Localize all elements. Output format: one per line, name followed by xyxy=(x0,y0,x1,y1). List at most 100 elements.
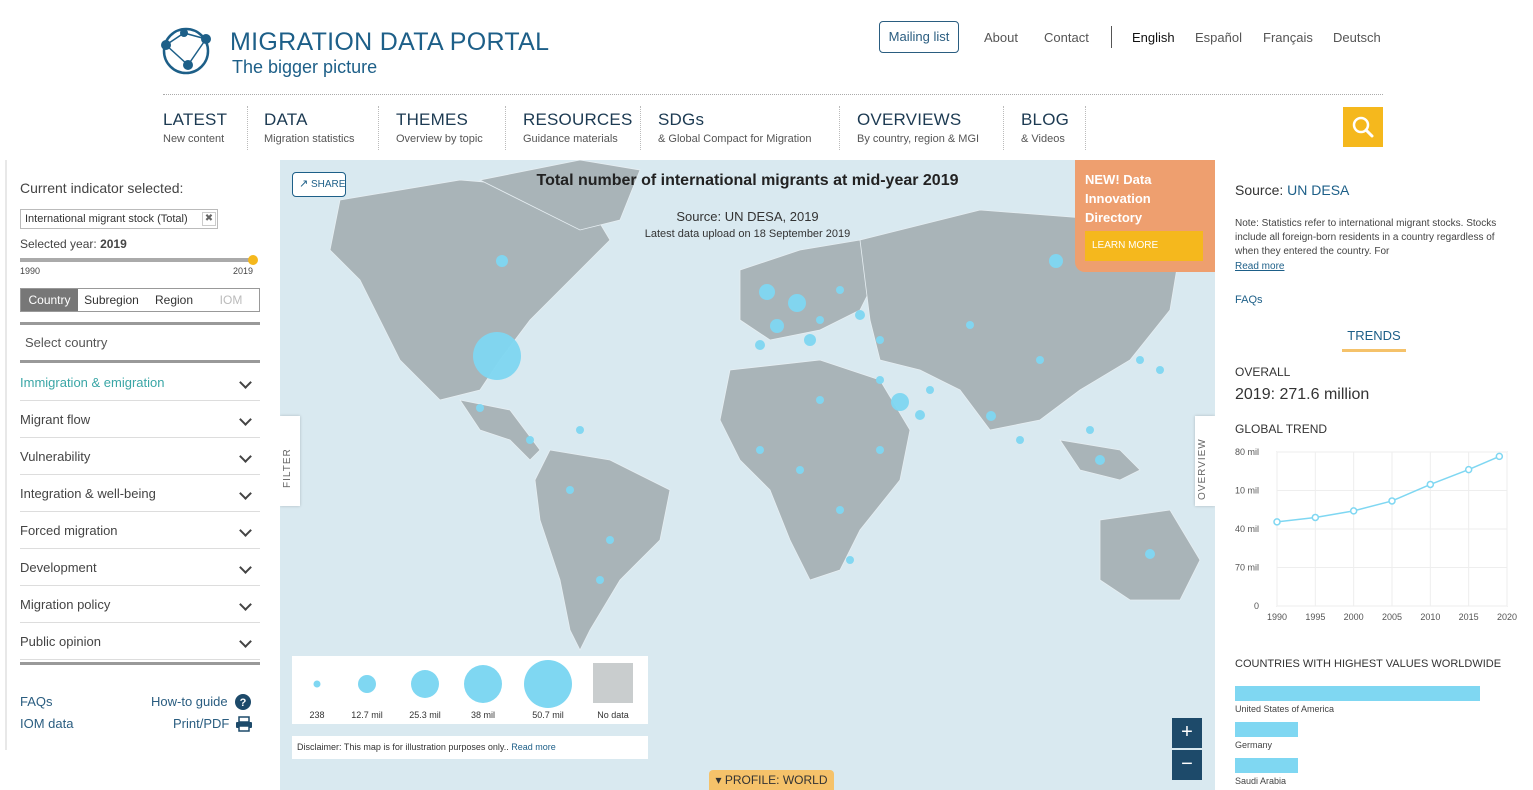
source-link[interactable]: UN DESA xyxy=(1287,182,1349,198)
logo-icon[interactable] xyxy=(158,25,214,77)
legend-label: 25.3 mil xyxy=(409,710,441,720)
nav-overviews[interactable]: OVERVIEWS By country, region & MGI xyxy=(857,110,979,152)
segment-region[interactable]: Region xyxy=(145,289,203,311)
accordion-label: Vulnerability xyxy=(20,449,91,464)
contact-link[interactable]: Contact xyxy=(1044,30,1089,45)
nav-title: SDGs xyxy=(658,110,705,129)
nav-data[interactable]: DATA Migration statistics xyxy=(264,110,354,152)
chevron-down-icon xyxy=(239,413,252,426)
faqs-link[interactable]: FAQs xyxy=(20,694,53,709)
nav-resources[interactable]: RESOURCES Guidance materials xyxy=(523,110,633,152)
accordion-migrant-flow[interactable]: Migrant flow xyxy=(20,401,260,438)
share-button[interactable]: SHARE xyxy=(292,172,346,197)
site-subtitle: The bigger picture xyxy=(232,57,378,77)
nav-subtitle: Guidance materials xyxy=(523,133,618,145)
top-country-bar xyxy=(1235,722,1299,737)
faqs-link[interactable]: FAQs xyxy=(1235,294,1263,306)
read-more-link[interactable]: Read more xyxy=(1235,261,1284,272)
nav-latest[interactable]: LATEST New content xyxy=(163,110,227,152)
accordion-development[interactable]: Development xyxy=(20,549,260,586)
nav-subtitle: & Global Compact for Migration xyxy=(658,133,812,145)
year-slider[interactable] xyxy=(20,258,254,262)
segment-subregion[interactable]: Subregion xyxy=(78,289,145,311)
top-country-row: United States of America xyxy=(1235,686,1495,714)
top-country-name: United States of America xyxy=(1235,704,1335,714)
disclaimer-read-more-link[interactable]: Read more xyxy=(511,742,556,752)
world-map[interactable]: Total number of international migrants a… xyxy=(280,160,1215,790)
divider xyxy=(20,662,260,665)
x-tick-label: 1995 xyxy=(1305,612,1325,620)
disclaimer-text: Disclaimer: This map is for illustration… xyxy=(297,742,509,752)
year-slider-handle[interactable] xyxy=(248,255,258,265)
accordion-public-opinion[interactable]: Public opinion xyxy=(20,623,260,660)
legend-label: 238 xyxy=(309,710,325,720)
accordion-integration[interactable]: Integration & well-being xyxy=(20,475,260,512)
lang-francais[interactable]: Français xyxy=(1263,30,1313,45)
year-min: 1990 xyxy=(20,266,41,276)
bubble-italy xyxy=(804,334,816,346)
legend-bubble-2 xyxy=(358,675,376,693)
chevron-down-icon xyxy=(239,635,252,648)
current-indicator-label: Current indicator selected: xyxy=(20,180,184,196)
zoom-out-button[interactable]: − xyxy=(1172,750,1202,780)
nav-separator xyxy=(640,106,641,150)
learn-more-button[interactable]: LEARN MORE xyxy=(1085,231,1203,261)
nav-separator xyxy=(505,106,506,150)
global-trend-label: GLOBAL TREND xyxy=(1235,422,1328,436)
nav-title: OVERVIEWS xyxy=(857,110,962,129)
level-selector: Country Subregion Region IOM xyxy=(20,288,260,312)
lang-english[interactable]: English xyxy=(1132,30,1175,45)
nav-title: LATEST xyxy=(163,110,228,129)
segment-country[interactable]: Country xyxy=(21,289,78,311)
x-tick-label: 2015 xyxy=(1459,612,1479,620)
print-icon[interactable] xyxy=(235,716,253,732)
divider xyxy=(20,322,260,325)
select-country-dropdown[interactable]: Select country xyxy=(20,326,260,360)
bubble-france xyxy=(770,319,784,333)
segment-iom[interactable]: IOM xyxy=(203,289,259,311)
search-button[interactable] xyxy=(1343,107,1383,147)
banner-text: NEW! Data Innovation Directory xyxy=(1085,172,1152,225)
header-divider xyxy=(163,94,1383,95)
search-icon xyxy=(1352,116,1374,138)
overview-tab-label: OVERVIEW xyxy=(1197,438,1208,500)
site-header: MIGRATION DATA PORTAL The bigger picture… xyxy=(0,0,1533,160)
chevron-down-icon xyxy=(239,450,252,463)
divider xyxy=(20,360,260,363)
bubble-uk xyxy=(759,284,775,300)
help-icon[interactable]: ? xyxy=(235,694,251,710)
remove-indicator-button[interactable]: ✖ xyxy=(202,212,216,226)
iom-data-link[interactable]: IOM data xyxy=(20,716,73,731)
about-link[interactable]: About xyxy=(984,30,1018,45)
overview-tab[interactable]: OVERVIEW xyxy=(1195,416,1215,506)
lang-deutsch[interactable]: Deutsch xyxy=(1333,30,1381,45)
selected-year-value: 2019 xyxy=(100,237,127,251)
accordion-forced-migration[interactable]: Forced migration xyxy=(20,512,260,549)
profile-world-button[interactable]: ▾ PROFILE: WORLD xyxy=(709,770,834,790)
filter-tab[interactable]: FILTER xyxy=(280,416,300,506)
panel-scrollbar[interactable] xyxy=(5,160,7,750)
zoom-in-button[interactable]: + xyxy=(1172,718,1202,748)
nav-separator xyxy=(839,106,840,150)
filter-tab-label: FILTER xyxy=(282,448,293,488)
y-tick-label: 140 mil xyxy=(1235,524,1259,534)
nav-sdgs[interactable]: SDGs & Global Compact for Migration xyxy=(658,110,811,152)
accordion-immigration-emigration[interactable]: Immigration & emigration xyxy=(20,364,260,401)
mailing-list-button[interactable]: Mailing list xyxy=(879,21,959,53)
nav-themes[interactable]: THEMES Overview by topic xyxy=(396,110,483,152)
tab-trends[interactable]: TRENDS xyxy=(1342,328,1406,352)
y-tick-label: 210 mil xyxy=(1235,486,1259,496)
chevron-down-icon xyxy=(239,561,252,574)
site-title[interactable]: MIGRATION DATA PORTAL xyxy=(230,28,549,57)
print-pdf-link[interactable]: Print/PDF xyxy=(173,716,229,731)
nav-subtitle: Migration statistics xyxy=(264,133,355,145)
x-tick-label: 1990 xyxy=(1267,612,1287,620)
accordion-vulnerability[interactable]: Vulnerability xyxy=(20,438,260,475)
trend-point xyxy=(1273,518,1281,526)
lang-espanol[interactable]: Español xyxy=(1195,30,1242,45)
nav-blog[interactable]: BLOG & Videos xyxy=(1021,110,1069,152)
bubble-usa xyxy=(473,332,521,380)
howto-guide-link[interactable]: How-to guide xyxy=(151,694,228,709)
accordion-migration-policy[interactable]: Migration policy xyxy=(20,586,260,623)
y-tick-label: 70 mil xyxy=(1235,563,1259,573)
